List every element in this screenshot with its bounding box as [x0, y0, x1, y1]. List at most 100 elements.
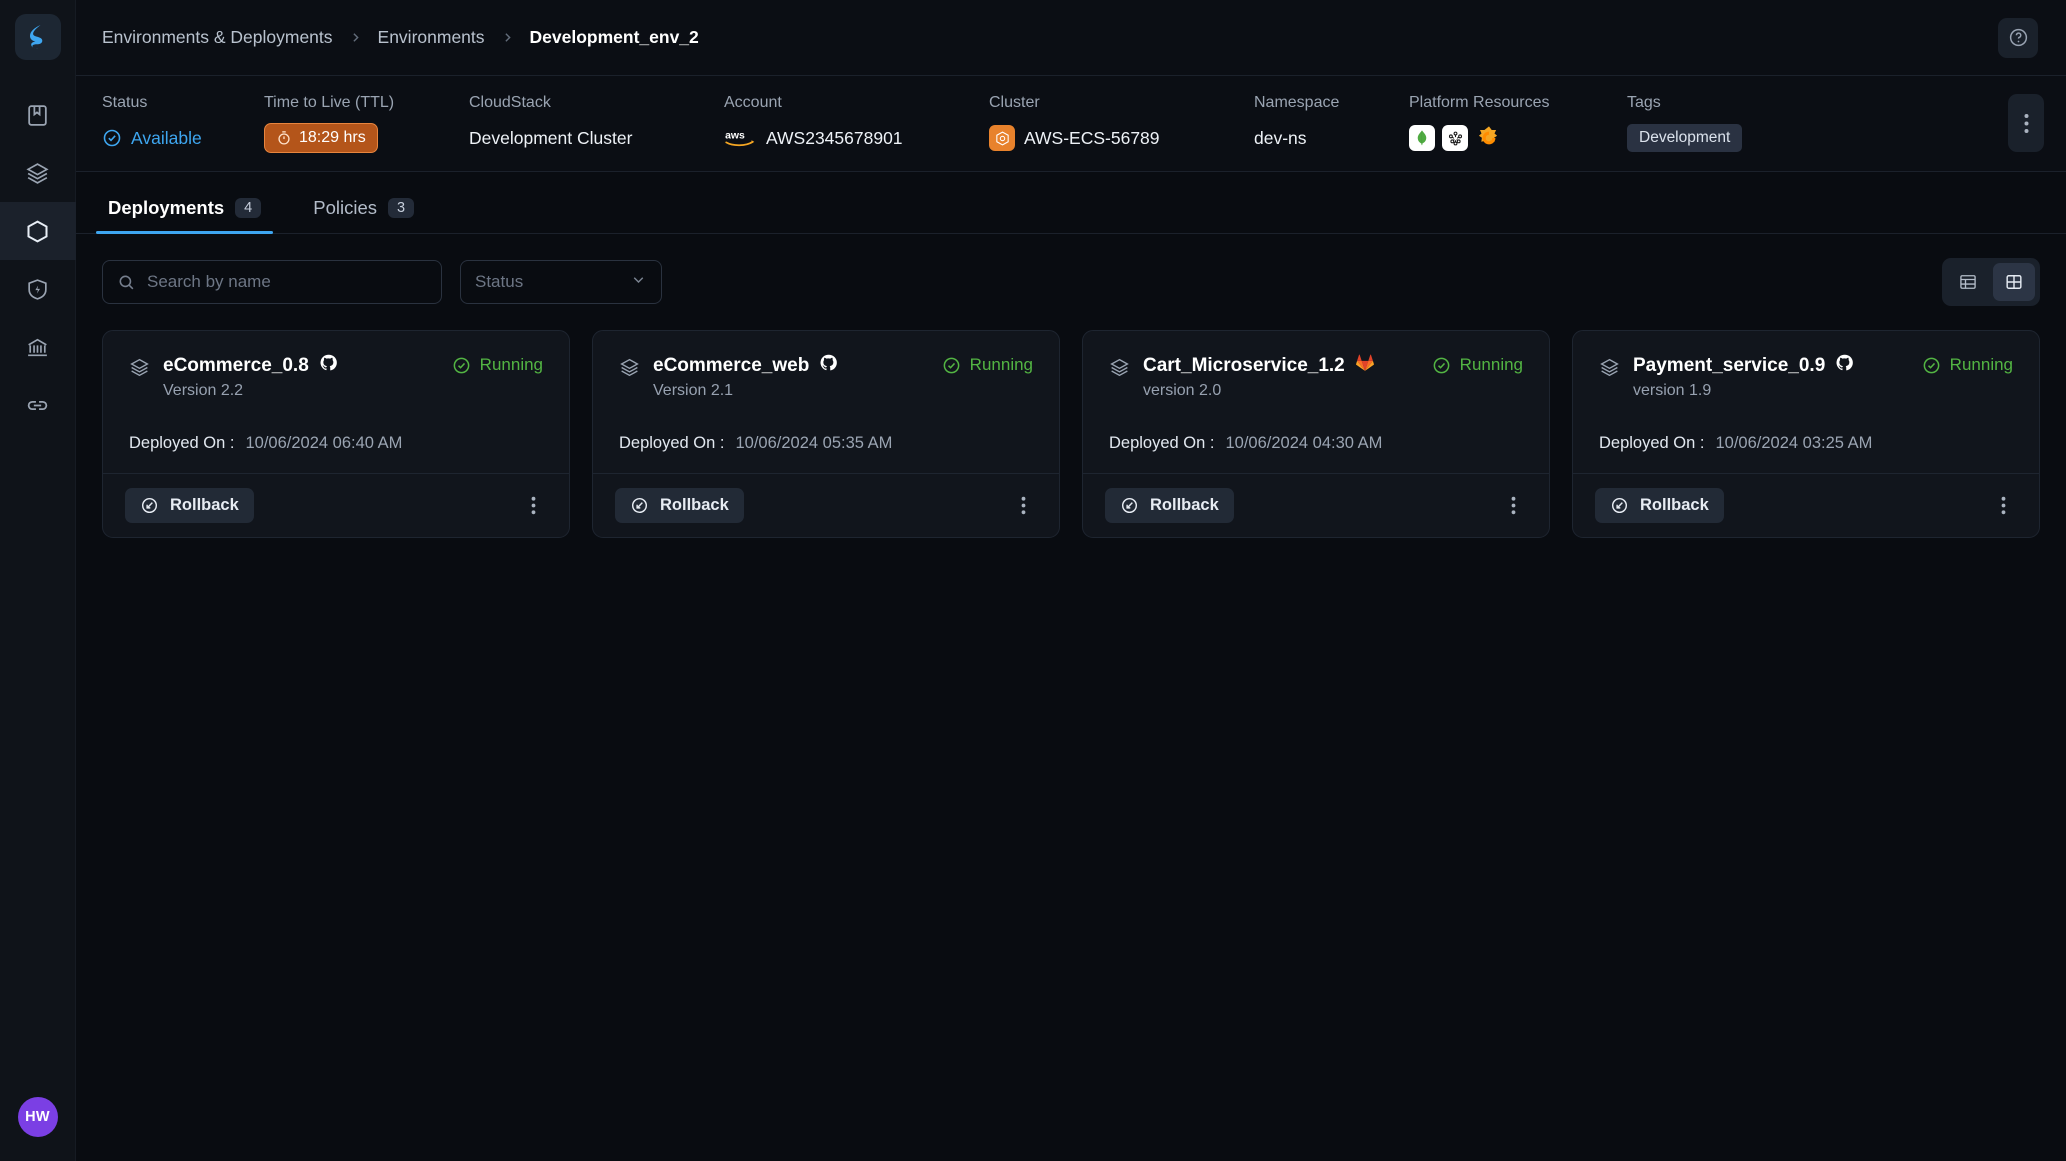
rollback-label: Rollback [1150, 496, 1219, 514]
deployment-card-body: eCommerce_0.8 Version 2.2 Running [103, 331, 569, 400]
deployment-status-badge: Running [942, 353, 1033, 375]
app-logo[interactable] [14, 14, 61, 60]
more-vertical-icon [531, 496, 535, 515]
avatar[interactable]: HW [17, 1097, 58, 1137]
tab-policies-label: Policies [313, 197, 377, 218]
chevron-right-icon [501, 31, 514, 44]
deployment-card-body: Cart_Microservice_1.2 version 2.0 Runnin… [1083, 331, 1549, 400]
deployment-card[interactable]: Cart_Microservice_1.2 version 2.0 Runnin… [1082, 330, 1550, 538]
view-toggle [1942, 258, 2040, 306]
deployment-card[interactable]: eCommerce_web Version 2.1 Running Deploy… [592, 330, 1060, 538]
rollback-label: Rollback [170, 496, 239, 514]
deployment-version: version 1.9 [1633, 382, 1712, 399]
meta-cluster: Cluster AWS-ECS-56789 [989, 94, 1254, 153]
deployment-version: version 2.0 [1143, 382, 1222, 399]
deployment-card-header: Payment_service_0.9 version 1.9 Running [1599, 353, 2013, 400]
grafana-icon[interactable] [1475, 124, 1503, 152]
rollback-label: Rollback [660, 496, 729, 514]
github-icon[interactable] [319, 353, 338, 378]
layers-icon [1109, 357, 1130, 383]
deployment-card-footer: Rollback [593, 473, 1059, 537]
rollback-label: Rollback [1640, 496, 1709, 514]
deployment-card-body: Payment_service_0.9 version 1.9 Running [1573, 331, 2039, 400]
sidebar-item-security[interactable] [0, 260, 76, 318]
sidebar-item-integrations[interactable] [0, 376, 76, 434]
tab-deployments[interactable]: Deployments 4 [95, 197, 274, 234]
meta-platform-resources-label: Platform Resources [1409, 94, 1550, 111]
deployment-name: eCommerce_0.8 [163, 354, 309, 376]
environment-actions-menu[interactable] [2008, 94, 2044, 152]
deployment-actions-menu[interactable] [1009, 492, 1037, 520]
meta-tags-value-wrap: Development [1627, 123, 1817, 153]
meta-account-value-wrap: aws AWS2345678901 [724, 123, 989, 153]
rollback-button[interactable]: Rollback [615, 488, 744, 523]
deployment-deployed-row: Deployed On : 10/06/2024 03:25 AM [1573, 400, 2039, 473]
sidebar-item-clusters[interactable] [0, 144, 76, 202]
github-icon[interactable] [819, 353, 838, 378]
status-filter-select[interactable]: Status [460, 260, 662, 304]
deployment-card-header: eCommerce_0.8 Version 2.2 Running [129, 353, 543, 400]
breadcrumb-item-1[interactable]: Environments [378, 27, 485, 48]
rollback-button[interactable]: Rollback [1105, 488, 1234, 523]
meta-cloudstack: CloudStack Development Cluster [469, 94, 724, 153]
layers-icon [1599, 357, 1620, 383]
sidebar-item-environments[interactable] [0, 202, 76, 260]
tab-policies[interactable]: Policies 3 [307, 197, 420, 233]
breadcrumb-actions [1998, 17, 2038, 58]
breadcrumb-item-0[interactable]: Environments & Deployments [102, 27, 333, 48]
grid-view-button[interactable] [1993, 263, 2035, 301]
layers-icon [129, 357, 150, 383]
rollback-icon [1611, 497, 1628, 514]
deployment-actions-menu[interactable] [1499, 492, 1527, 520]
gitlab-icon[interactable] [1355, 353, 1375, 378]
deployed-on-value: 10/06/2024 06:40 AM [245, 434, 403, 452]
ttl-value: 18:29 hrs [299, 129, 366, 146]
search-box[interactable] [102, 260, 442, 304]
kubernetes-badge-icon [989, 125, 1015, 151]
deployment-deployed-row: Deployed On : 10/06/2024 04:30 AM [1083, 400, 1549, 473]
spectro-cloud-logo-icon [29, 25, 42, 49]
sidebar-item-governance[interactable] [0, 318, 76, 376]
tag-chip: Development [1627, 124, 1743, 152]
meta-status-value-wrap: Available [102, 123, 264, 153]
check-circle-icon [1433, 357, 1450, 373]
github-icon[interactable] [1835, 353, 1854, 378]
mongodb-icon[interactable] [1409, 125, 1435, 151]
deployment-name: Payment_service_0.9 [1633, 354, 1826, 376]
search-input[interactable] [147, 272, 427, 292]
sidebar-item-catalog[interactable] [0, 86, 76, 144]
deployment-name: eCommerce_web [653, 354, 810, 376]
deployment-card-header: Cart_Microservice_1.2 version 2.0 Runnin… [1109, 353, 1523, 400]
deployment-identity: Cart_Microservice_1.2 version 2.0 [1109, 353, 1375, 400]
deployment-actions-menu[interactable] [519, 492, 547, 520]
rollback-button[interactable]: Rollback [125, 488, 254, 523]
deployed-on-label: Deployed On : [1599, 434, 1705, 452]
deployment-status-label: Running [1459, 355, 1523, 374]
book-icon [28, 104, 47, 126]
timer-icon [278, 131, 290, 145]
link-icon [27, 400, 48, 410]
check-circle-icon [943, 357, 960, 373]
meta-ttl-label: Time to Live (TTL) [264, 94, 395, 111]
deployment-name-row: eCommerce_0.8 [163, 353, 338, 378]
deployment-card[interactable]: eCommerce_0.8 Version 2.2 Running Deploy… [102, 330, 570, 538]
ttl-badge: 18:29 hrs [264, 123, 378, 153]
shield-bolt-icon [28, 278, 47, 300]
help-button[interactable] [1998, 17, 2038, 58]
deployment-actions-menu[interactable] [1989, 492, 2017, 520]
meta-account-label: Account [724, 94, 782, 111]
kubernetes-icon[interactable] [1442, 125, 1468, 151]
meta-cluster-value-wrap: AWS-ECS-56789 [989, 123, 1254, 153]
breadcrumb-item-current: Development_env_2 [529, 27, 699, 47]
rollback-button[interactable]: Rollback [1595, 488, 1724, 523]
more-vertical-icon [2001, 496, 2005, 515]
check-circle-icon [453, 357, 470, 373]
list-view-button[interactable] [1947, 263, 1989, 301]
more-vertical-icon [1021, 496, 1025, 515]
grid-view-icon [2006, 275, 2022, 289]
deployment-name: Cart_Microservice_1.2 [1143, 354, 1345, 376]
meta-namespace: Namespace dev-ns [1254, 94, 1409, 153]
deployed-on-value: 10/06/2024 04:30 AM [1225, 434, 1383, 452]
deployment-card-body: eCommerce_web Version 2.1 Running [593, 331, 1059, 400]
deployment-card[interactable]: Payment_service_0.9 version 1.9 Running … [1572, 330, 2040, 538]
